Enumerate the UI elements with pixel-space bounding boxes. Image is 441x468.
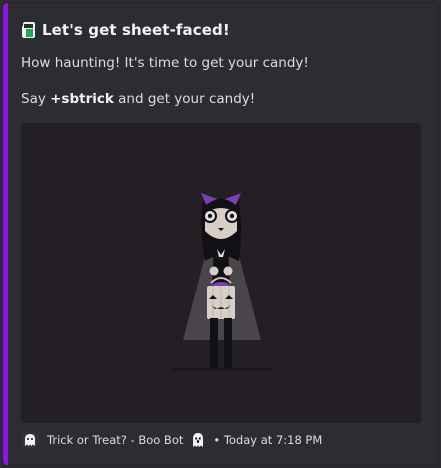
embed-card: Let's get sheet-faced! How haunting! It'… [2,2,439,466]
desc-prefix: Say [21,91,51,107]
desc-suffix: and get your candy! [113,91,256,107]
vampire-kid-illustration [21,123,421,423]
footer-timestamp: • Today at 7:18 PM [213,433,323,447]
embed-image[interactable] [21,123,421,423]
embed-footer: Trick or Treat? - Boo Bot • Today at 7:1… [21,431,322,449]
ghost-icon [21,431,39,449]
ground-shadow [171,368,271,371]
embed-content: Let's get sheet-faced! How haunting! It'… [21,3,426,465]
embed-description-line2: Say +sbtrick and get your candy! [21,91,255,107]
embed-title-row: Let's get sheet-faced! [21,21,230,39]
embed-accent-bar [3,3,8,465]
ghost-emoji-icon [193,433,204,447]
ghost-sheet-icon [22,22,35,38]
embed-description-line1: How haunting! It's time to get your cand… [21,55,309,71]
embed-title[interactable]: Let's get sheet-faced! [42,21,230,39]
trick-command: +sbtrick [50,91,114,107]
footer-text: Trick or Treat? - Boo Bot [47,433,184,447]
